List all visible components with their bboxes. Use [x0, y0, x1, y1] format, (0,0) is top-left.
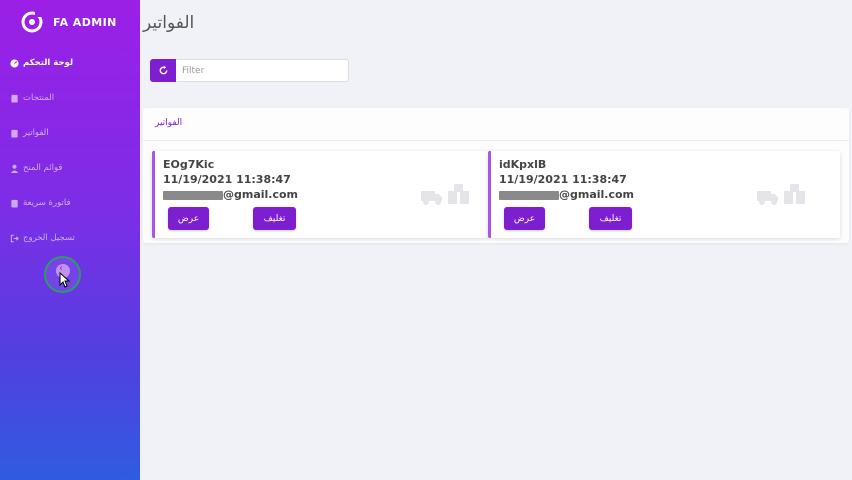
sidebar-item-invoices[interactable]: الفواتير: [10, 126, 49, 140]
dashboard-icon: [10, 58, 19, 68]
panel-title: الفواتير: [155, 118, 183, 128]
sidebar: FA ADMIN لوحة التحكم المنتجات الفواتير ق…: [0, 0, 140, 480]
email-domain: @gmail.com: [223, 188, 299, 201]
invoice-datetime: 11/19/2021 11:38:47: [499, 173, 627, 186]
invoice-email: @gmail.com: [499, 187, 634, 202]
redacted-email: [499, 190, 559, 200]
invoice-code: EOg7Kic: [163, 158, 215, 171]
panel-header: الفواتير: [143, 108, 849, 141]
invoice-card: idKpxlB 11/19/2021 11:38:47 @gmail.com ع…: [488, 151, 840, 238]
invoice-datetime: 11/19/2021 11:38:47: [163, 173, 291, 186]
sidebar-item-label: قوائم المنح: [23, 163, 63, 173]
invoice-code: idKpxlB: [499, 158, 547, 171]
clipboard-icon: [10, 94, 19, 103]
logout-icon: [10, 234, 19, 243]
wrap-button[interactable]: تغليف: [253, 207, 296, 230]
sidebar-item-grants[interactable]: قوائم المنح: [10, 161, 62, 175]
sidebar-item-logout[interactable]: تسجيل الخروج: [10, 231, 75, 245]
redacted-email: [163, 190, 223, 200]
invoice-card: EOg7Kic 11/19/2021 11:38:47 @gmail.com ع…: [152, 151, 488, 238]
truck-icon: [421, 184, 469, 205]
sidebar-item-label: تسجيل الخروج: [23, 233, 75, 243]
user-icon: [10, 164, 19, 173]
truck-icon: [757, 184, 805, 205]
logo-icon: [21, 11, 43, 33]
clipboard-icon: [10, 129, 19, 138]
invoice-details: EOg7Kic 11/19/2021 11:38:47 @gmail.com: [163, 157, 298, 202]
page-title: الفواتير: [143, 13, 195, 33]
view-button[interactable]: عرض: [168, 207, 209, 230]
refresh-button[interactable]: [150, 59, 176, 82]
sidebar-item-dashboard[interactable]: لوحة التحكم: [10, 56, 73, 70]
email-domain: @gmail.com: [559, 188, 635, 201]
mouse-cursor-icon: [59, 272, 70, 288]
refresh-icon: [159, 65, 167, 75]
sidebar-item-label: لوحة التحكم: [23, 58, 74, 68]
filter-input[interactable]: [176, 59, 349, 82]
brand[interactable]: FA ADMIN: [21, 11, 117, 33]
invoice-email: @gmail.com: [163, 187, 298, 202]
sidebar-item-label: فاتورة سريعة: [23, 198, 71, 208]
view-button[interactable]: عرض: [504, 207, 545, 230]
sidebar-item-label: المنتجات: [23, 93, 55, 103]
sidebar-item-label: الفواتير: [23, 128, 49, 138]
sidebar-item-quick-invoice[interactable]: فاتورة سريعة: [10, 196, 71, 210]
clipboard-icon: [10, 199, 19, 208]
filter-bar: [150, 59, 349, 82]
invoice-details: idKpxlB 11/19/2021 11:38:47 @gmail.com: [499, 157, 634, 202]
sidebar-item-products[interactable]: المنتجات: [10, 91, 54, 105]
wrap-button[interactable]: تغليف: [589, 207, 632, 230]
brand-name: FA ADMIN: [53, 15, 117, 29]
